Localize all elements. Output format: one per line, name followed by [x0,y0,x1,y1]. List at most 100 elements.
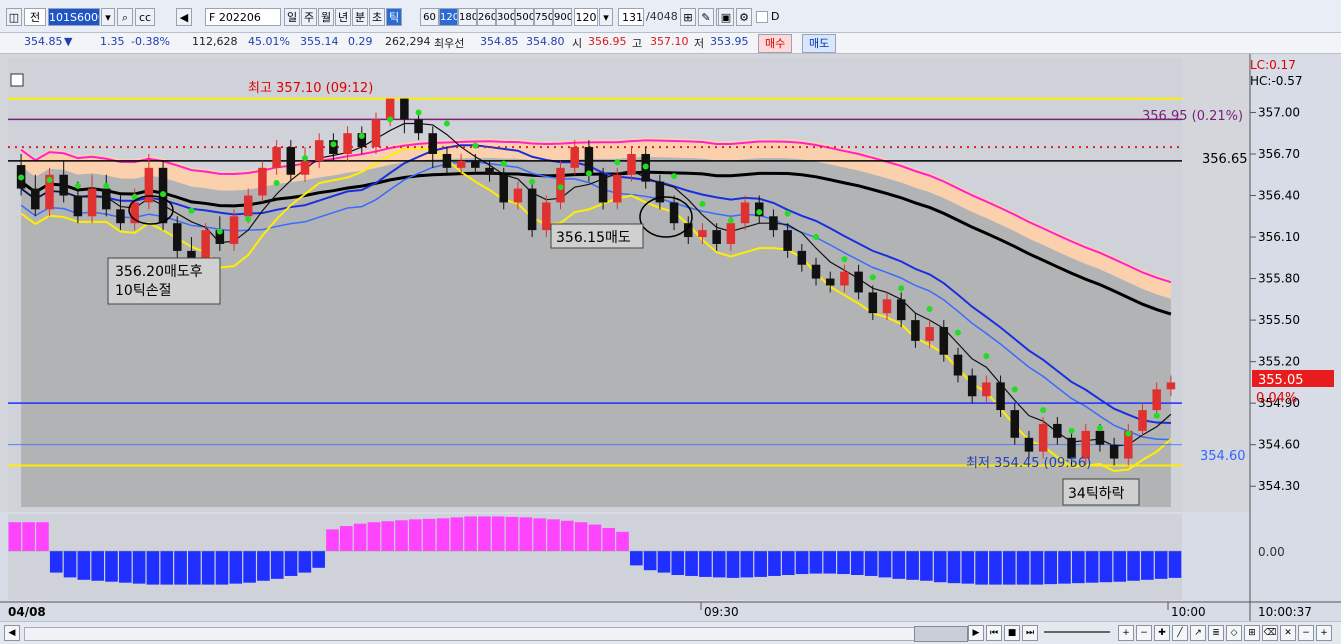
osc-bar [1099,551,1113,583]
tick-unit-button-260[interactable]: 260 [477,8,496,26]
signal-dot [1011,386,1018,393]
sound-icon[interactable]: ◀ [176,8,192,26]
bar-total: /4048 [646,10,678,23]
candle-body [825,278,835,286]
osc-bar [160,551,174,585]
fib-tool-icon[interactable]: ≣ [1208,625,1224,641]
osc-bar [229,551,243,584]
tick-unit-button-60[interactable]: 60 [420,8,439,26]
grid-tool-icon[interactable]: ⊞ [1244,625,1260,641]
tool-icon[interactable]: ✎ [698,8,714,26]
tick-unit-button-120[interactable]: 120 [439,8,458,26]
tick-unit-button-900[interactable]: 900 [553,8,572,26]
compare-icon[interactable]: cc [135,8,155,26]
minus-icon[interactable]: − [1298,625,1314,641]
arrow-tool-icon[interactable]: ↗ [1190,625,1206,641]
buy-button[interactable]: 매수 [758,34,793,53]
line-tool-icon[interactable]: ╱ [1172,625,1188,641]
osc-bar [1154,551,1168,579]
level-label-2: 354.60 [1200,449,1246,464]
scrollbar-track[interactable] [24,627,916,641]
candle-body [939,327,949,355]
candle-body [996,382,1005,411]
zoom-slider[interactable] [1044,631,1110,633]
plus-icon[interactable]: + [1316,625,1332,641]
tick-select[interactable]: 120 [574,8,598,26]
period-button-5[interactable]: 초 [369,8,385,26]
candle-body [925,327,934,341]
stop-icon[interactable]: ■ [1004,625,1020,641]
osc-bar [450,517,464,551]
osc-bar [588,524,602,551]
cross-icon[interactable]: ✕ [1280,625,1296,641]
candle-body [953,354,963,376]
osc-bar [381,521,395,551]
eraser-icon[interactable]: ⌫ [1262,625,1278,641]
last-icon[interactable]: ⏭ [1022,625,1038,641]
candle-body [144,167,154,203]
status-bar: ◀ ▶ ⏮ ■ ⏭ + − ✚ ╱ ↗ ≣ ◇ ⊞ ⌫ ✕ − + [0,621,1341,644]
osc-bar [837,551,850,575]
signal-dot [330,141,337,148]
osc-bar [436,518,450,551]
settings-icon[interactable]: ⚙ [736,8,752,26]
period-button-2[interactable]: 월 [318,8,334,26]
osc-bar [574,522,588,551]
candle-body [811,264,821,279]
zoom-in-icon[interactable]: + [1118,625,1134,641]
search-icon[interactable]: ⌕ [117,8,133,26]
tick-dropdown-icon[interactable]: ▾ [599,8,613,26]
dropdown-icon[interactable]: ▾ [101,8,115,26]
osc-bar [1002,551,1016,585]
code-input[interactable]: 101S6000 [48,8,100,26]
period-button-3[interactable]: 년 [335,8,351,26]
bar-count-input[interactable]: 131 [618,8,644,26]
period-button-1[interactable]: 주 [301,8,317,26]
signal-dot [46,176,53,183]
scroll-right-icon[interactable]: ▶ [968,625,984,641]
tick-unit-button-180[interactable]: 180 [458,8,477,26]
osc-bar [105,551,118,582]
candle-body [527,188,537,231]
candle-body [598,174,608,203]
osc-bar [961,551,975,584]
scroll-left-icon[interactable]: ◀ [4,625,20,641]
pattern-tool-icon[interactable]: ◇ [1226,625,1242,641]
scrollbar-thumb[interactable] [914,626,968,642]
price-chart[interactable]: 357.00 356.70 356.40 356.10 355.80 355.50 355.… [0,54,1341,621]
period-button-0[interactable]: 일 [284,8,300,26]
grid-icon[interactable]: ⊞ [680,8,696,26]
period-button-4[interactable]: 분 [352,8,368,26]
signal-dot [642,163,649,170]
note-1-line-2: 10틱손절 [115,283,171,299]
tick-unit-button-750[interactable]: 750 [534,8,553,26]
signal-dot [245,216,252,223]
zoom-out-icon[interactable]: − [1136,625,1152,641]
candle-body [343,133,352,154]
osc-bar [1168,551,1182,578]
osc-bar [906,551,919,580]
checkbox-label: D [771,10,780,23]
tick-unit-button-300[interactable]: 300 [496,8,515,26]
osc-bar [851,551,864,575]
osc-bar [616,531,629,551]
checkbox[interactable] [756,11,768,23]
open-interest: 262,294 [385,35,431,48]
signal-dot [188,207,195,214]
save-icon[interactable]: ▣ [718,8,734,26]
panel-icon[interactable] [10,73,24,87]
product-field[interactable]: F 202206 [205,8,281,26]
osc-bar [1085,551,1099,583]
period-button-6[interactable]: 틱 [386,8,402,26]
high: 357.10 [650,35,689,48]
first-icon[interactable]: ⏮ [986,625,1002,641]
osc-bar [740,551,754,578]
market-select[interactable]: 전 [24,8,46,26]
tools-icon[interactable]: ✚ [1154,625,1170,641]
sell-button[interactable]: 매도 [802,34,837,53]
osc-bar [409,519,422,551]
chart-type-icon[interactable]: ◫ [6,8,22,26]
osc-bar [49,551,63,573]
osc-bar [8,522,22,551]
tick-unit-button-500[interactable]: 500 [515,8,534,26]
